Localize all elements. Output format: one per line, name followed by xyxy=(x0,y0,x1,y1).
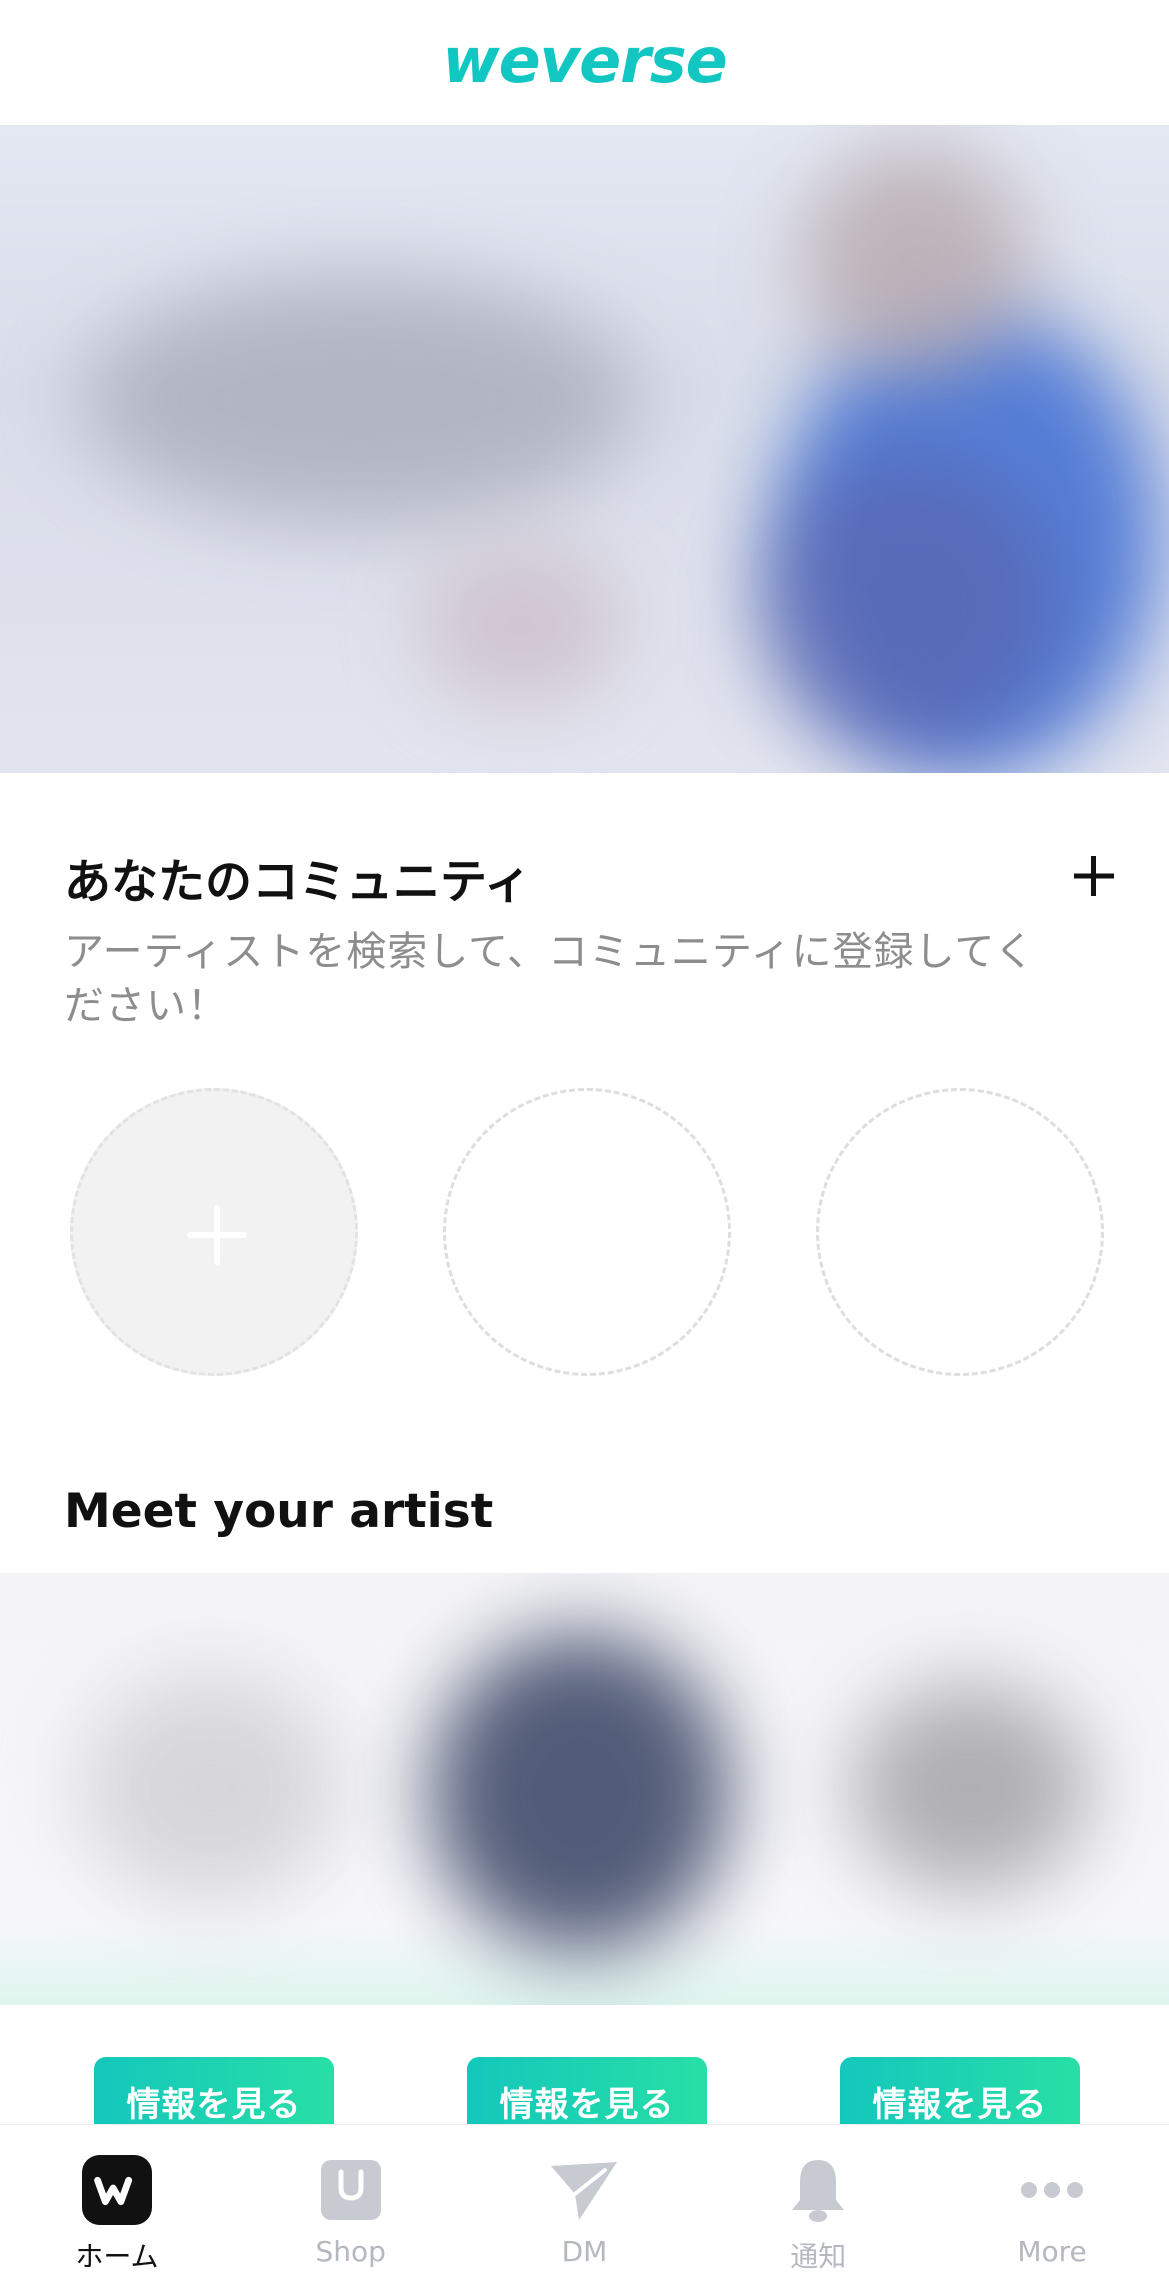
add-community-button[interactable] xyxy=(70,1088,358,1376)
tab-label: 通知 xyxy=(790,2240,847,2273)
hero-banner[interactable] xyxy=(0,125,1169,773)
add-community-icon[interactable] xyxy=(1070,852,1118,900)
tab-home[interactable]: ホーム xyxy=(0,2125,234,2289)
empty-community-slot xyxy=(443,1088,731,1376)
weverse-home-icon xyxy=(81,2155,152,2225)
empty-community-slot xyxy=(816,1088,1104,1376)
tab-dm[interactable]: DM xyxy=(468,2125,702,2289)
tab-label: More xyxy=(1017,2235,1087,2268)
bottom-tab-bar: ホーム Shop DM 通知 More xyxy=(0,2124,1169,2289)
tab-notifications[interactable]: 通知 xyxy=(701,2125,935,2289)
tab-label: Shop xyxy=(315,2235,386,2268)
artist-carousel[interactable] xyxy=(0,1573,1169,2005)
more-dots-icon xyxy=(1017,2155,1087,2225)
tab-shop[interactable]: Shop xyxy=(234,2125,468,2289)
app-header: weverse xyxy=(0,0,1169,125)
community-title: あなたのコミュニティ xyxy=(64,855,532,910)
weverse-logo[interactable]: weverse xyxy=(442,24,727,97)
tab-label: ホーム xyxy=(75,2240,159,2273)
community-subtitle: アーティストを検索して、コミュニティに登録してください！ xyxy=(64,929,1036,1029)
tab-label: DM xyxy=(561,2235,608,2268)
shopping-bag-icon xyxy=(316,2155,386,2225)
tab-more[interactable]: More xyxy=(935,2125,1169,2289)
bell-icon xyxy=(783,2155,853,2225)
send-icon xyxy=(549,2155,619,2225)
meet-artist-title: Meet your artist xyxy=(64,1484,494,1539)
